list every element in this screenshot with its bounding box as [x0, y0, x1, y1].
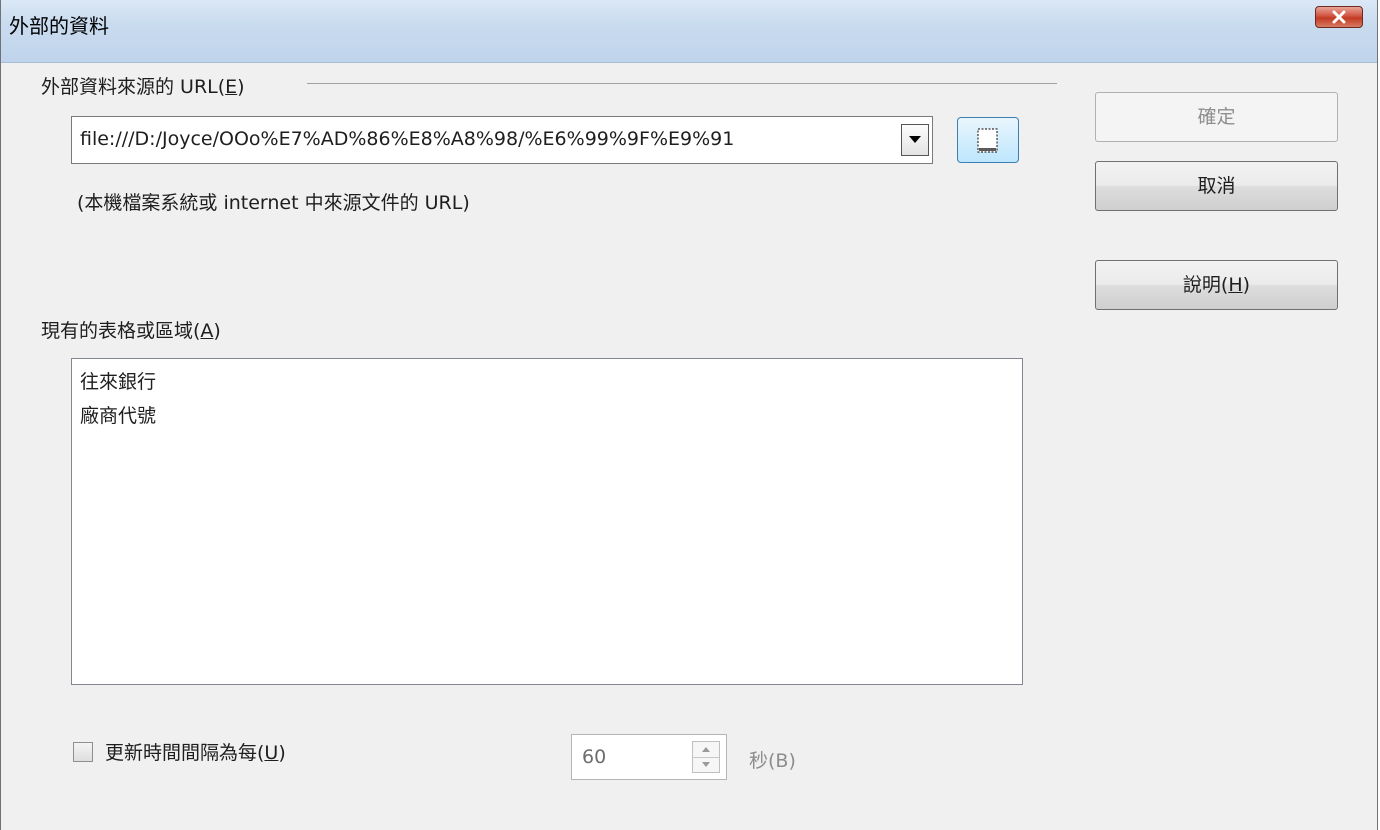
interval-spinbox[interactable]: 60	[571, 734, 727, 780]
window-title: 外部的資料	[9, 14, 109, 38]
spin-up-button[interactable]	[693, 742, 719, 758]
tables-listbox[interactable]: 往來銀行 廠商代號	[71, 358, 1023, 685]
spin-up-icon	[702, 747, 710, 752]
refresh-checkbox[interactable]	[73, 742, 93, 762]
list-item[interactable]: 往來銀行	[80, 367, 156, 394]
close-icon	[1332, 10, 1346, 24]
url-input[interactable]: file:///D:/Joyce/OOo%E7%AD%86%E8%A8%98/%…	[80, 128, 900, 150]
close-button[interactable]	[1315, 6, 1363, 28]
seconds-label: 秒(B)	[749, 750, 796, 772]
spin-down-button[interactable]	[693, 757, 719, 772]
url-combobox[interactable]: file:///D:/Joyce/OOo%E7%AD%86%E8%A8%98/%…	[71, 116, 933, 164]
ok-button[interactable]: 確定	[1095, 92, 1338, 142]
spin-buttons	[692, 741, 720, 773]
external-data-dialog: 外部的資料 外部資料來源的 URL(E) file:///D:/Joyce/OO…	[0, 0, 1378, 830]
tables-label: 現有的表格或區域(A)	[41, 320, 221, 342]
chevron-down-icon	[909, 136, 921, 143]
browse-button[interactable]	[957, 117, 1019, 163]
interval-value[interactable]: 60	[582, 746, 606, 768]
url-hint-text: (本機檔案系統或 internet 中來源文件的 URL)	[77, 192, 470, 214]
group-separator	[307, 83, 1057, 84]
browse-file-icon	[977, 128, 998, 153]
refresh-label[interactable]: 更新時間間隔為每(U)	[105, 738, 286, 765]
cancel-button[interactable]: 取消	[1095, 161, 1338, 211]
url-group-label: 外部資料來源的 URL(E)	[41, 76, 245, 98]
list-item[interactable]: 廠商代號	[80, 401, 156, 428]
title-bar: 外部的資料	[1, 0, 1377, 63]
spin-down-icon	[702, 762, 710, 767]
help-button[interactable]: 說明(H)	[1095, 260, 1338, 310]
url-dropdown-button[interactable]	[901, 124, 929, 156]
